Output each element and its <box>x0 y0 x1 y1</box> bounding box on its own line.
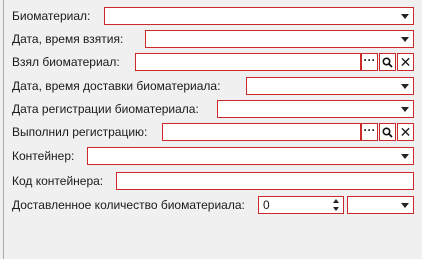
close-icon: ✕ <box>399 124 412 140</box>
chevron-down-icon[interactable] <box>397 101 413 117</box>
row-registered-by: Выполнил регистрацию: ··· ✕ <box>12 122 414 142</box>
chevron-down-icon[interactable] <box>397 8 413 24</box>
spin-up-icon[interactable] <box>333 199 339 203</box>
biomaterial-select[interactable] <box>104 7 414 25</box>
delivered-qty-label: Доставленное количество биоматериала: <box>12 198 245 212</box>
more-icon: ··· <box>363 53 376 67</box>
spin-down-icon[interactable] <box>333 207 339 211</box>
row-delivery-datetime: Дата, время доставки биоматериала: <box>12 76 414 96</box>
chevron-down-icon[interactable] <box>397 78 413 94</box>
biomaterial-label: Биоматериал: <box>12 9 91 23</box>
collection-datetime-select[interactable] <box>145 30 414 48</box>
registered-by-more-button[interactable]: ··· <box>361 123 378 141</box>
collection-datetime-label: Дата, время взятия: <box>12 32 124 46</box>
registered-by-field[interactable] <box>162 123 361 141</box>
container-label: Контейнер: <box>12 149 75 163</box>
registered-by-label: Выполнил регистрацию: <box>12 125 148 139</box>
taken-by-clear-button[interactable]: ✕ <box>397 53 414 71</box>
row-registration-date: Дата регистрации биоматериала: <box>12 99 414 119</box>
taken-by-search-button[interactable] <box>379 53 396 71</box>
spin-buttons[interactable] <box>329 197 343 213</box>
delivery-datetime-select[interactable] <box>246 77 414 95</box>
more-icon: ··· <box>363 123 376 137</box>
row-container-code: Код контейнера: <box>12 171 414 191</box>
row-taken-by: Взял биоматериал: ··· ✕ <box>12 52 414 72</box>
row-collection-datetime: Дата, время взятия: <box>12 29 414 49</box>
row-container: Контейнер: <box>12 146 414 166</box>
delivered-qty-value[interactable]: 0 <box>263 198 270 212</box>
row-biomaterial: Биоматериал: <box>12 6 414 26</box>
taken-by-label: Взял биоматериал: <box>12 55 120 69</box>
search-icon <box>382 56 393 68</box>
delivered-qty-stepper[interactable]: 0 <box>258 196 344 214</box>
container-code-input[interactable] <box>116 172 414 190</box>
registration-date-select[interactable] <box>217 100 414 118</box>
search-icon <box>382 126 393 138</box>
close-icon: ✕ <box>399 54 412 70</box>
container-code-label: Код контейнера: <box>12 174 104 188</box>
container-select[interactable] <box>87 147 414 165</box>
registered-by-search-button[interactable] <box>379 123 396 141</box>
taken-by-field[interactable] <box>135 53 361 71</box>
delivery-datetime-label: Дата, время доставки биоматериала: <box>12 79 221 93</box>
registered-by-clear-button[interactable]: ✕ <box>397 123 414 141</box>
panel-divider <box>3 0 4 259</box>
delivered-qty-unit-select[interactable] <box>347 196 414 214</box>
chevron-down-icon[interactable] <box>397 197 413 213</box>
chevron-down-icon[interactable] <box>397 148 413 164</box>
row-delivered-qty: Доставленное количество биоматериала: 0 <box>12 195 414 215</box>
chevron-down-icon[interactable] <box>397 31 413 47</box>
taken-by-more-button[interactable]: ··· <box>361 53 378 71</box>
registration-date-label: Дата регистрации биоматериала: <box>12 102 199 116</box>
